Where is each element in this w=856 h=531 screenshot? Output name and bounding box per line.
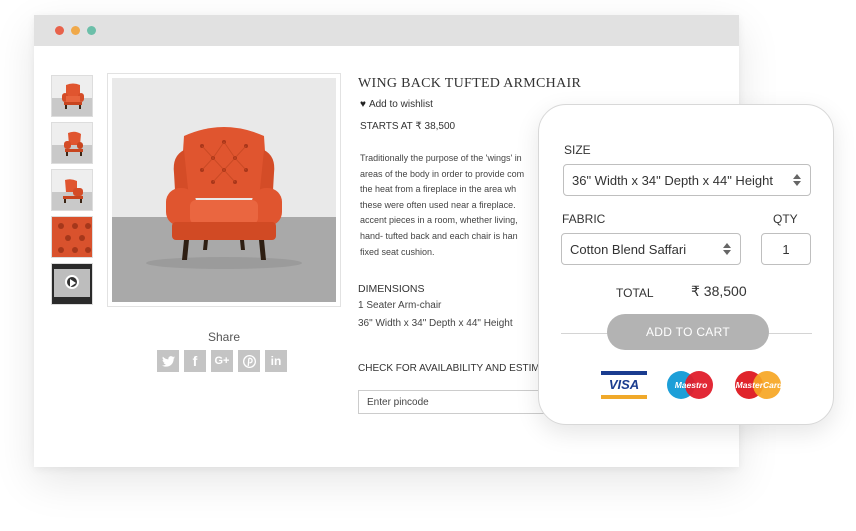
- armchair-icon: [64, 131, 83, 156]
- qty-label: QTY: [773, 212, 798, 226]
- wishlist-label: Add to wishlist: [368, 99, 433, 110]
- quantity-input[interactable]: [761, 233, 811, 265]
- product-description: Traditionally the purpose of the 'wings'…: [360, 153, 525, 257]
- pincode-input[interactable]: [358, 390, 568, 414]
- share-label: Share: [207, 330, 241, 344]
- visa-logo: VISA: [601, 371, 647, 399]
- size-select[interactable]: 36" Width x 34" Depth x 44" Height: [563, 164, 811, 196]
- linkedin-icon[interactable]: in: [265, 350, 287, 372]
- availability-label: CHECK FOR AVAILABILITY AND ESTIMA: [358, 363, 538, 374]
- dimensions-size: 36" Width x 34" Depth x 44" Height: [358, 318, 513, 329]
- share-buttons: f G+ in: [157, 350, 287, 372]
- fabric-label: FABRIC: [562, 212, 606, 226]
- armchair-icon: [63, 179, 83, 203]
- title-bar: [34, 15, 739, 46]
- thumbnail-chair-side[interactable]: [51, 122, 93, 164]
- dimensions-title: DIMENSIONS: [358, 283, 425, 295]
- fabric-select[interactable]: Cotton Blend Saffari: [561, 233, 741, 265]
- add-to-cart-panel: SIZE 36" Width x 34" Depth x 44" Height …: [538, 104, 834, 425]
- product-title: WING BACK TUFTED ARMCHAIR: [358, 76, 582, 91]
- select-arrows-icon: [793, 174, 801, 186]
- product-info: WING BACK TUFTED ARMCHAIR ♥ Add to wishl…: [358, 73, 738, 414]
- total-value: ₹ 38,500: [691, 283, 747, 299]
- google-plus-icon[interactable]: G+: [211, 350, 233, 372]
- armchair-icon: [62, 83, 84, 109]
- add-to-wishlist-link[interactable]: ♥ Add to wishlist: [360, 99, 433, 110]
- mastercard-logo: MasterCard: [735, 371, 783, 399]
- add-to-cart-button[interactable]: ADD TO CART: [607, 314, 769, 350]
- main-product-image[interactable]: [107, 73, 341, 307]
- select-arrows-icon: [723, 243, 731, 255]
- close-window-dot[interactable]: [55, 26, 64, 35]
- dimensions-type: 1 Seater Arm-chair: [358, 300, 442, 311]
- thumbnail-video[interactable]: [51, 263, 93, 305]
- maestro-logo: Maestro: [667, 371, 715, 399]
- payment-methods: VISA Maestro MasterCard: [601, 371, 783, 399]
- starting-price: STARTS AT ₹ 38,500: [360, 121, 456, 132]
- twitter-icon[interactable]: [157, 350, 179, 372]
- total-label: TOTAL: [616, 286, 654, 300]
- pinterest-icon[interactable]: [238, 350, 260, 372]
- facebook-icon[interactable]: f: [184, 350, 206, 372]
- play-icon: [65, 275, 79, 289]
- thumbnail-list: [51, 75, 93, 310]
- thumbnail-fabric-closeup[interactable]: [51, 216, 93, 258]
- size-label: SIZE: [564, 143, 591, 157]
- size-value: 36" Width x 34" Depth x 44" Height: [572, 172, 774, 188]
- armchair-photo: [146, 127, 302, 269]
- fabric-value: Cotton Blend Saffari: [570, 241, 687, 257]
- thumbnail-chair-front[interactable]: [51, 75, 93, 117]
- minimize-window-dot[interactable]: [71, 26, 80, 35]
- heart-icon: ♥: [360, 99, 366, 110]
- thumbnail-chair-angle[interactable]: [51, 169, 93, 211]
- maximize-window-dot[interactable]: [87, 26, 96, 35]
